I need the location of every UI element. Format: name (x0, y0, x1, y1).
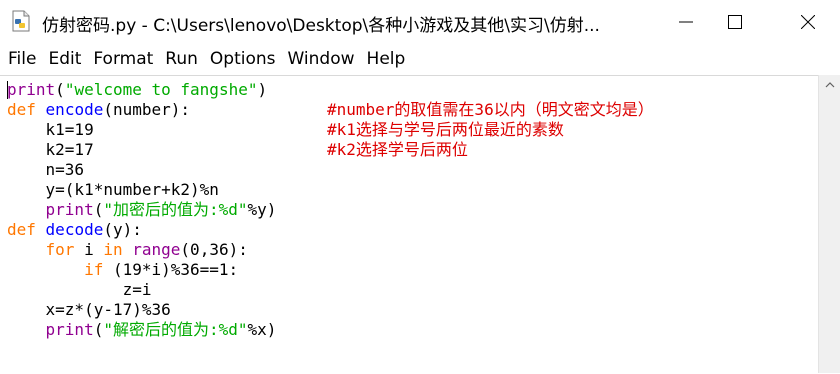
code-token: if (84, 260, 104, 279)
code-line: print("welcome to fangshe") (7, 80, 276, 100)
code-line: for i in range(0,36): (7, 240, 276, 260)
code-token: (19*i)%36==1: (103, 260, 239, 279)
python-file-icon (12, 10, 30, 32)
menu-edit[interactable]: Edit (42, 43, 87, 75)
title-bar: 仿射密码.py - C:\Users\lenovo\Desktop\各种小游戏及… (0, 0, 840, 43)
code-token: "加密后的值为:%d" (103, 200, 248, 219)
menu-window[interactable]: Window (282, 43, 361, 75)
code-token: ( (93, 320, 104, 339)
code-token: k1=19 (7, 120, 94, 139)
code-token: x=z*(y-17)%36 (7, 300, 171, 319)
code-line: print("加密后的值为:%d"%y) (7, 200, 277, 220)
code-token: z=i (7, 280, 152, 299)
vertical-scrollbar[interactable] (818, 75, 840, 373)
code-text: print("welcome to fangshe") def encode(nu… (7, 80, 276, 340)
code-token: ( (55, 80, 65, 99)
code-token: i (74, 240, 104, 259)
code-token: k2=17 (7, 140, 94, 159)
code-token: def (7, 100, 36, 119)
code-comment: #k1选择与学号后两位最近的素数 (327, 120, 564, 139)
code-line: k1=19 (7, 120, 276, 140)
code-token: ) (257, 80, 268, 99)
code-token: encode (45, 100, 104, 119)
menu-format[interactable]: Format (87, 43, 159, 75)
code-token: (number): (103, 100, 191, 119)
menu-run[interactable]: Run (159, 43, 204, 75)
scroll-up-button[interactable] (819, 75, 840, 95)
code-token: n=36 (7, 160, 85, 179)
maximize-button[interactable] (707, 0, 762, 43)
code-comment: #number的取值需在36以内（明文密文均是） (327, 100, 654, 119)
minimize-button[interactable] (658, 0, 713, 43)
code-token: print (7, 80, 56, 99)
code-token: for (45, 240, 75, 259)
code-token: def (7, 220, 36, 239)
code-line: k2=17 (7, 140, 276, 160)
code-line: def encode(number): (7, 100, 276, 120)
chevron-up-icon (825, 82, 835, 88)
code-token: print (45, 200, 94, 219)
code-token: "解密后的值为:%d" (103, 320, 248, 339)
close-icon (800, 14, 815, 29)
code-token: (y): (103, 220, 142, 239)
close-button[interactable] (780, 0, 835, 43)
menu-help[interactable]: Help (361, 43, 412, 75)
code-token: print (45, 320, 94, 339)
code-line: z=i (7, 280, 276, 300)
menu-file[interactable]: File (0, 43, 42, 75)
code-token: "welcome to fangshe" (64, 80, 258, 99)
code-line: n=36 (7, 160, 276, 180)
code-line: def decode(y): (7, 220, 276, 240)
code-editor[interactable]: print("welcome to fangshe") def encode(nu… (0, 75, 818, 374)
minimize-icon (678, 21, 693, 22)
code-token: range (132, 240, 181, 259)
code-token: %y) (247, 200, 277, 219)
code-token: y=(k1*number+k2)%n (7, 180, 219, 199)
code-line: y=(k1*number+k2)%n (7, 180, 276, 200)
window-title: 仿射密码.py - C:\Users\lenovo\Desktop\各种小游戏及… (42, 16, 600, 36)
code-token: %x) (247, 320, 277, 339)
code-token: in (103, 240, 123, 259)
code-line: print("解密后的值为:%d"%x) (7, 320, 277, 340)
code-comment: #k2选择学号后两位 (327, 140, 468, 159)
code-line: x=z*(y-17)%36 (7, 300, 276, 320)
code-line: if (19*i)%36==1: (7, 260, 276, 280)
code-token: (0,36): (180, 240, 248, 259)
code-token: decode (45, 220, 104, 239)
menu-options[interactable]: Options (204, 43, 282, 75)
maximize-icon (727, 14, 742, 29)
code-token: ( (93, 200, 104, 219)
menu-bar: File Edit Format Run Options Window Help (0, 43, 840, 75)
